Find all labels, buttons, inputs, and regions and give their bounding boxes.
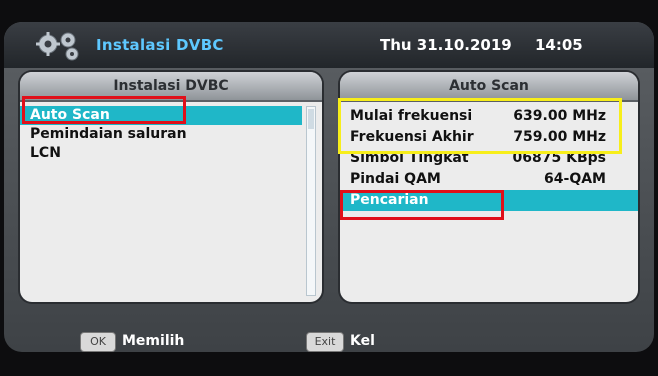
scrollbar[interactable]	[306, 106, 316, 296]
exit-key-label: Kel	[350, 333, 375, 349]
menu-item-label: Pemindaian saluran	[30, 126, 187, 142]
date-time: Thu 31.10.2019 14:05	[380, 36, 583, 54]
page-title: Instalasi DVBC	[96, 36, 224, 54]
exit-key-icon: Exit	[306, 332, 344, 352]
gears-icon	[36, 32, 79, 61]
menu-item-label: LCN	[30, 145, 61, 161]
yellow-highlight-box	[338, 98, 622, 154]
menu-item-lcn[interactable]: LCN	[20, 144, 322, 163]
date-text: Thu 31.10.2019	[380, 36, 512, 54]
red-highlight-box	[22, 96, 186, 124]
red-highlight-box	[340, 190, 504, 220]
setting-value: 64-QAM	[544, 171, 606, 187]
ok-key-label: Memilih	[122, 333, 185, 349]
menu-item-channel-scan[interactable]: Pemindaian saluran	[20, 125, 322, 144]
time-text: 14:05	[534, 36, 583, 54]
setting-qam-scan[interactable]: Pindai QAM 64-QAM	[340, 169, 638, 190]
top-bar: Instalasi DVBC Thu 31.10.2019 14:05	[4, 22, 654, 68]
footer-bar: OK Memilih Exit Kel	[4, 306, 654, 352]
tv-screen: Instalasi DVBC Thu 31.10.2019 14:05 Inst…	[4, 22, 654, 352]
ok-key-icon: OK	[80, 332, 116, 352]
scrollbar-thumb[interactable]	[308, 109, 314, 129]
setting-label: Pindai QAM	[350, 171, 441, 187]
